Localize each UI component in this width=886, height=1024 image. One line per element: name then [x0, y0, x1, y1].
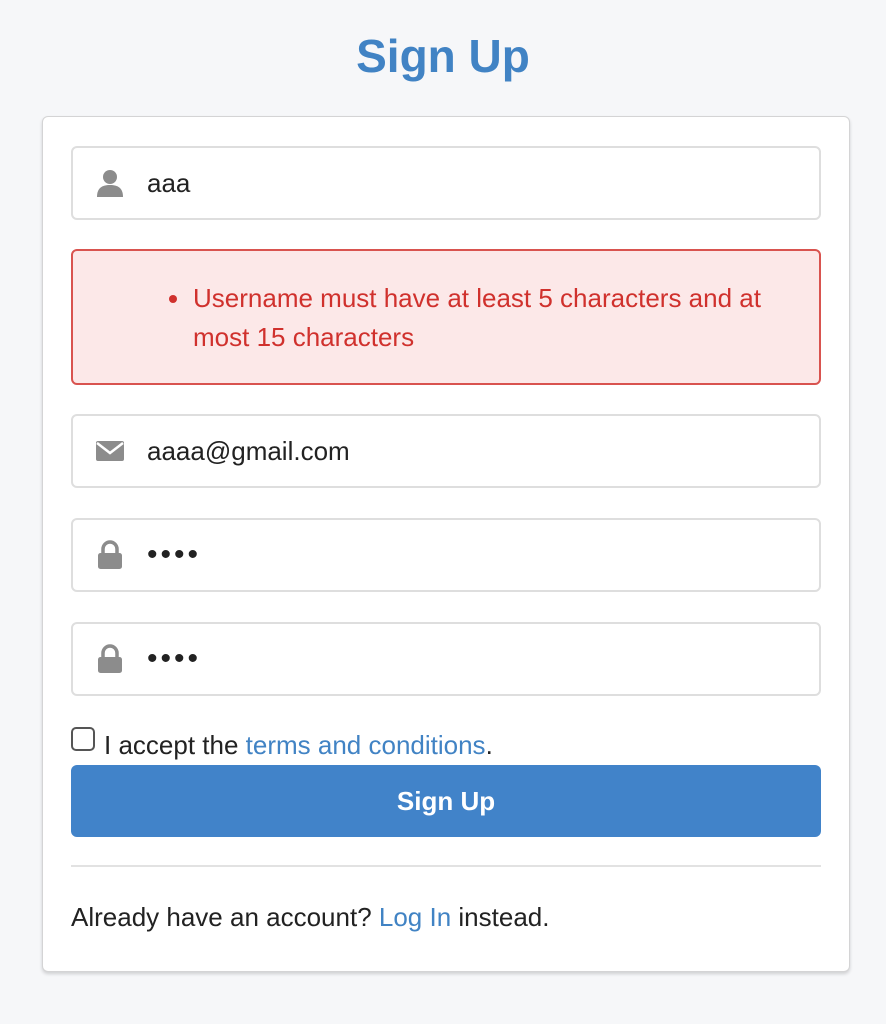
error-message: Username must have at least 5 characters…: [71, 249, 821, 385]
terms-row: I accept the terms and conditions.: [71, 725, 821, 765]
email-input[interactable]: [147, 416, 807, 486]
envelope-icon: [96, 441, 124, 461]
login-prompt-suffix: instead.: [451, 902, 550, 932]
sign-up-button[interactable]: Sign Up: [71, 765, 821, 837]
email-field[interactable]: [71, 414, 821, 488]
error-list: Username must have at least 5 characters…: [169, 279, 789, 357]
user-icon: [97, 170, 123, 197]
divider: [71, 865, 821, 867]
login-prompt-prefix: Already have an account?: [71, 902, 379, 932]
signup-form-card: Username must have at least 5 characters…: [42, 116, 850, 972]
username-field[interactable]: [71, 146, 821, 220]
error-item: Username must have at least 5 characters…: [169, 279, 789, 357]
terms-prefix: I accept the: [104, 730, 246, 760]
password-field[interactable]: [71, 518, 821, 592]
terms-suffix: .: [485, 730, 493, 760]
password-input[interactable]: [147, 520, 807, 590]
confirm-password-field[interactable]: [71, 622, 821, 696]
lock-icon: [98, 540, 122, 569]
page-title: Sign Up: [356, 30, 530, 82]
lock-icon: [98, 644, 122, 673]
confirm-password-input[interactable]: [147, 624, 807, 694]
login-prompt: Already have an account? Log In instead.: [71, 897, 549, 937]
terms-label: I accept the terms and conditions.: [104, 725, 493, 765]
username-input[interactable]: [147, 148, 807, 218]
terms-checkbox[interactable]: [71, 727, 95, 751]
login-link[interactable]: Log In: [379, 902, 451, 932]
terms-link[interactable]: terms and conditions: [246, 730, 486, 760]
